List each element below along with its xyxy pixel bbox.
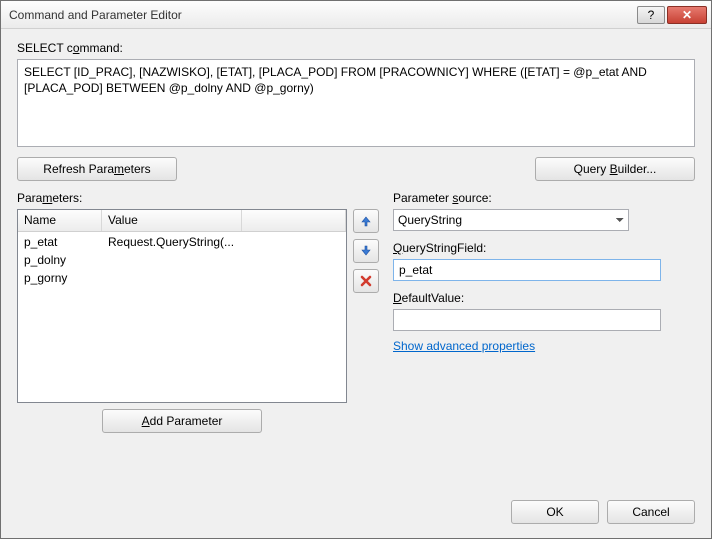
move-up-button[interactable] xyxy=(353,209,379,233)
cancel-button[interactable]: Cancel xyxy=(607,500,695,524)
query-builder-button[interactable]: Query Builder... xyxy=(535,157,695,181)
defaultvalue-input[interactable] xyxy=(393,309,661,331)
close-icon: ✕ xyxy=(682,8,692,22)
reorder-column xyxy=(347,191,385,478)
close-button[interactable]: ✕ xyxy=(667,6,707,24)
window-title: Command and Parameter Editor xyxy=(9,8,637,22)
move-down-button[interactable] xyxy=(353,239,379,263)
add-param-row: Add Parameter xyxy=(17,409,347,433)
select-command-label: SELECT command: xyxy=(17,41,695,55)
builder-row: Refresh Parameters Query Builder... xyxy=(17,157,695,181)
delete-x-icon xyxy=(360,275,372,287)
dialog-footer: OK Cancel xyxy=(1,490,711,538)
dialog-window: Command and Parameter Editor ? ✕ SELECT … xyxy=(0,0,712,539)
dialog-content: SELECT command: Refresh Parameters Query… xyxy=(1,29,711,490)
table-row[interactable]: p_gorny xyxy=(18,270,346,288)
refresh-parameters-button[interactable]: Refresh Parameters xyxy=(17,157,177,181)
param-value xyxy=(102,270,242,288)
parameters-column: Parameters: Name Value p_etat Request.Qu… xyxy=(17,191,347,478)
arrow-up-icon xyxy=(360,215,372,227)
select-command-textarea[interactable] xyxy=(17,59,695,147)
param-name: p_gorny xyxy=(18,270,102,288)
grid-header: Name Value xyxy=(18,210,346,232)
columns: Parameters: Name Value p_etat Request.Qu… xyxy=(17,191,695,478)
col-header-spacer xyxy=(242,210,346,231)
querystringfield-label: QueryStringField: xyxy=(393,241,695,255)
param-name: p_etat xyxy=(18,234,102,252)
titlebar: Command and Parameter Editor ? ✕ xyxy=(1,1,711,29)
table-row[interactable]: p_dolny xyxy=(18,252,346,270)
source-column: Parameter source: QueryString QueryStrin… xyxy=(385,191,695,478)
add-parameter-button[interactable]: Add Parameter xyxy=(102,409,262,433)
parameters-grid[interactable]: Name Value p_etat Request.QueryString(..… xyxy=(17,209,347,403)
delete-button[interactable] xyxy=(353,269,379,293)
help-button[interactable]: ? xyxy=(637,6,665,24)
show-advanced-link[interactable]: Show advanced properties xyxy=(393,339,695,353)
ok-button[interactable]: OK xyxy=(511,500,599,524)
defaultvalue-label: DefaultValue: xyxy=(393,291,695,305)
param-value xyxy=(102,252,242,270)
table-row[interactable]: p_etat Request.QueryString(... xyxy=(18,234,346,252)
col-header-name[interactable]: Name xyxy=(18,210,102,231)
help-icon: ? xyxy=(648,8,655,22)
querystringfield-input[interactable] xyxy=(393,259,661,281)
col-header-value[interactable]: Value xyxy=(102,210,242,231)
parameter-source-label: Parameter source: xyxy=(393,191,695,205)
arrow-down-icon xyxy=(360,245,372,257)
param-name: p_dolny xyxy=(18,252,102,270)
param-value: Request.QueryString(... xyxy=(102,234,242,252)
parameters-label: Parameters: xyxy=(17,191,347,205)
titlebar-buttons: ? ✕ xyxy=(637,6,707,24)
grid-body: p_etat Request.QueryString(... p_dolny p… xyxy=(18,232,346,290)
parameter-source-select[interactable]: QueryString xyxy=(393,209,629,231)
